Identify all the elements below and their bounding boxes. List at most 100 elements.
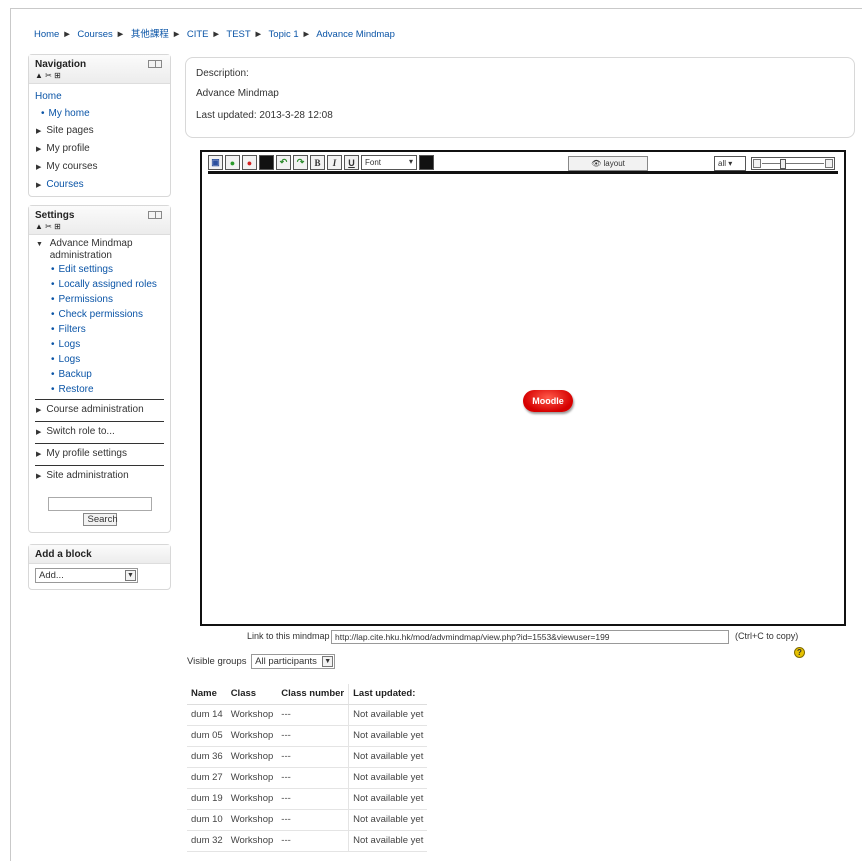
nav-home[interactable]: Home — [35, 91, 62, 102]
chevron-down-icon: ▼ — [322, 656, 334, 667]
copy-hint: (Ctrl+C to copy) — [735, 631, 799, 641]
settings-search-input[interactable] — [47, 497, 152, 511]
breadcrumb-separator: ► — [62, 29, 72, 40]
settings-block: Settings ▲ ✂ ⊞ Advance Mindmap administr… — [28, 205, 171, 533]
cell-last-updated: Not available yet — [348, 767, 428, 789]
editor-toolbar: ▣ ● ● ↶ ↷ B I U Font 👁 layout all ▾ — [208, 154, 838, 174]
settings-check-permissions[interactable]: Check permissions — [59, 309, 143, 320]
breadcrumb-cite[interactable]: CITE — [187, 29, 209, 40]
cell-class: Workshop — [226, 809, 278, 831]
table-row: dum 36 Workshop --- Not available yet — [187, 746, 428, 768]
col-last-updated[interactable]: Last updated: — [348, 684, 428, 705]
settings-edit-settings[interactable]: Edit settings — [59, 264, 113, 275]
zoom-select-value: all — [718, 159, 727, 168]
undo-icon[interactable]: ↶ — [276, 155, 291, 170]
col-class[interactable]: Class — [226, 684, 278, 705]
table-header-row: Name Class Class number Last updated: — [187, 684, 428, 705]
redo-icon[interactable]: ↷ — [293, 155, 308, 170]
participants-table: Name Class Class number Last updated: du… — [187, 684, 428, 852]
layout-button[interactable]: 👁 layout — [568, 156, 648, 171]
cell-class: Workshop — [226, 767, 278, 789]
italic-icon[interactable]: I — [327, 155, 342, 170]
settings-backup[interactable]: Backup — [59, 369, 92, 380]
zoom-in-icon[interactable] — [825, 159, 833, 168]
zoom-slider[interactable] — [751, 157, 835, 170]
settings-logs[interactable]: Logs — [59, 339, 81, 350]
col-name[interactable]: Name — [187, 684, 227, 705]
add-block-select[interactable]: Add... ▼ — [35, 568, 138, 583]
settings-filters[interactable]: Filters — [59, 324, 86, 335]
settings-list: Advance Mindmap administration Edit sett… — [29, 235, 170, 491]
breadcrumb-current: Advance Mindmap — [316, 29, 395, 40]
settings-admin-title[interactable]: Advance Mindmap administration — [50, 238, 160, 262]
settings-local-roles[interactable]: Locally assigned roles — [59, 279, 157, 290]
link-url-field[interactable]: http://lap.cite.hku.hk/mod/advmindmap/vi… — [331, 630, 729, 644]
zoom-select[interactable]: all ▾ — [714, 156, 746, 171]
nav-site-pages[interactable]: Site pages — [46, 125, 93, 136]
zoom-out-icon[interactable] — [753, 159, 761, 168]
navigation-header: Navigation ▲ ✂ ⊞ — [29, 55, 170, 84]
settings-site-admin[interactable]: Site administration — [46, 470, 128, 481]
breadcrumb: Home ► Courses ► 其他課程 ► CITE ► TEST ► Topic 1… — [34, 26, 395, 40]
text-color-icon[interactable] — [419, 155, 434, 170]
add-node-icon[interactable]: ● — [225, 155, 240, 170]
breadcrumb-test[interactable]: TEST — [226, 29, 250, 40]
dock-icon[interactable] — [148, 211, 162, 219]
col-class-number[interactable]: Class number — [277, 684, 349, 705]
settings-switch-role[interactable]: Switch role to... — [46, 426, 114, 437]
visible-groups-select[interactable]: All participants ▼ — [251, 654, 336, 669]
cell-name: dum 14 — [187, 704, 227, 726]
help-icon[interactable]: ? — [794, 647, 805, 658]
description-box: Description: Advance Mindmap Last update… — [185, 57, 855, 138]
nav-my-profile[interactable]: My profile — [46, 143, 89, 154]
navigation-title: Navigation — [35, 59, 87, 70]
save-icon[interactable]: ▣ — [208, 155, 223, 170]
settings-restore[interactable]: Restore — [59, 384, 94, 395]
cell-class: Workshop — [226, 704, 278, 726]
breadcrumb-courses[interactable]: Courses — [77, 29, 112, 40]
settings-profile-settings[interactable]: My profile settings — [46, 448, 127, 459]
delete-node-icon[interactable]: ● — [242, 155, 257, 170]
cell-name: dum 19 — [187, 788, 227, 810]
search-button[interactable]: Search — [82, 513, 118, 526]
settings-header: Settings ▲ ✂ ⊞ — [29, 206, 170, 235]
breadcrumb-home[interactable]: Home — [34, 29, 59, 40]
dock-icon[interactable] — [148, 60, 162, 68]
cell-last-updated: Not available yet — [348, 704, 428, 726]
cell-class-number: --- — [277, 788, 349, 810]
font-select[interactable]: Font — [361, 155, 417, 170]
cell-class-number: --- — [277, 830, 349, 852]
slider-thumb[interactable] — [780, 159, 786, 169]
nav-my-courses[interactable]: My courses — [46, 161, 97, 172]
cell-class-number: --- — [277, 746, 349, 768]
nav-my-home[interactable]: My home — [49, 108, 90, 119]
nav-courses[interactable]: Courses — [46, 179, 83, 190]
settings-controls[interactable]: ▲ ✂ ⊞ — [35, 222, 164, 231]
color-fill-icon[interactable] — [259, 155, 274, 170]
chevron-down-icon: ▼ — [125, 570, 136, 581]
visible-groups: Visible groups All participants ▼ — [187, 654, 336, 669]
cell-last-updated: Not available yet — [348, 725, 428, 747]
mindmap-editor[interactable]: ▣ ● ● ↶ ↷ B I U Font 👁 layout all ▾ Mood… — [200, 150, 846, 626]
settings-permissions[interactable]: Permissions — [59, 294, 113, 305]
layout-button-label: layout — [603, 159, 625, 168]
bold-icon[interactable]: B — [310, 155, 325, 170]
underline-icon[interactable]: U — [344, 155, 359, 170]
mindmap-root-node[interactable]: Moodle — [523, 390, 573, 412]
cell-name: dum 27 — [187, 767, 227, 789]
cell-class: Workshop — [226, 746, 278, 768]
add-block-title: Add a block — [35, 549, 92, 560]
navigation-controls[interactable]: ▲ ✂ ⊞ — [35, 71, 164, 80]
cell-name: dum 10 — [187, 809, 227, 831]
settings-course-admin[interactable]: Course administration — [46, 404, 143, 415]
breadcrumb-topic[interactable]: Topic 1 — [269, 29, 299, 40]
description-label: Description: — [196, 68, 249, 79]
cell-name: dum 32 — [187, 830, 227, 852]
cell-last-updated: Not available yet — [348, 746, 428, 768]
breadcrumb-category[interactable]: 其他課程 — [131, 29, 169, 40]
cell-last-updated: Not available yet — [348, 788, 428, 810]
cell-last-updated: Not available yet — [348, 830, 428, 852]
description-text: Advance Mindmap — [196, 88, 279, 99]
settings-logs-2[interactable]: Logs — [59, 354, 81, 365]
link-label: Link to this mindmap — [247, 631, 330, 641]
